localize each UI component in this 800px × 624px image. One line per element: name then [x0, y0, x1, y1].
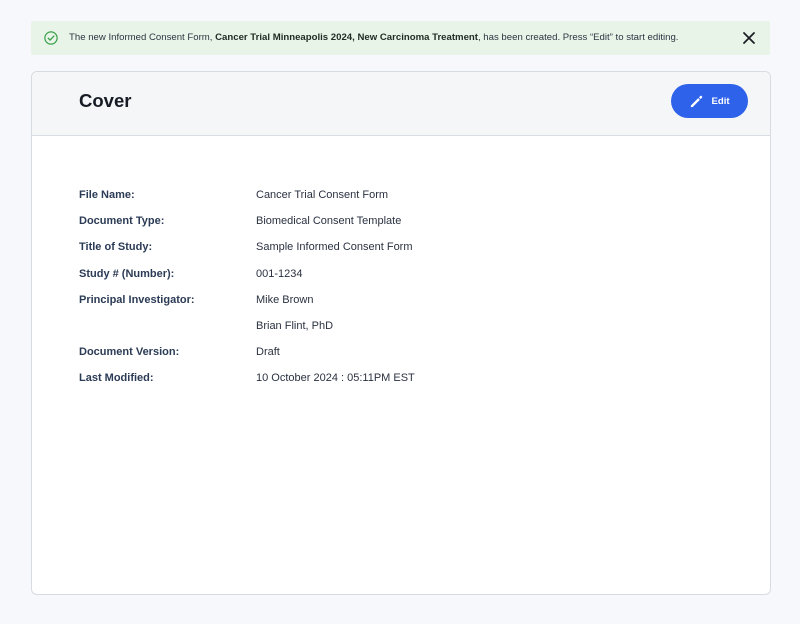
- detail-value: Brian Flint, PhD: [256, 319, 334, 332]
- card-header: Cover Edit: [32, 72, 770, 136]
- close-icon[interactable]: [742, 31, 756, 45]
- notification-prefix: The new Informed Consent Form,: [69, 32, 216, 43]
- page-title: Cover: [79, 90, 132, 111]
- notification-message: The new Informed Consent Form, Cancer Tr…: [69, 21, 678, 55]
- detail-value: 10 October 2024 : 05:11PM EST: [256, 372, 415, 385]
- cover-card: Cover Edit File Name: Cancer Trial Conse…: [31, 71, 771, 595]
- pencil-icon: [691, 95, 703, 107]
- detail-label: Document Version:: [79, 346, 180, 359]
- check-circle-icon: [44, 31, 58, 45]
- detail-label: Last Modified:: [79, 372, 154, 385]
- detail-value: Biomedical Consent Template: [256, 215, 402, 228]
- detail-label: Principal Investigator:: [79, 293, 195, 306]
- edit-button[interactable]: Edit: [671, 84, 748, 118]
- success-notification: The new Informed Consent Form, Cancer Tr…: [31, 21, 770, 55]
- notification-form-name: Cancer Trial Minneapolis 2024, New Carci…: [215, 32, 478, 43]
- detail-value: 001-1234: [256, 267, 303, 280]
- detail-value: Sample Informed Consent Form: [256, 241, 413, 254]
- detail-value: Mike Brown: [256, 293, 314, 306]
- detail-value: Cancer Trial Consent Form: [256, 189, 389, 201]
- detail-value: Draft: [256, 346, 280, 359]
- detail-label: Study # (Number):: [79, 267, 175, 280]
- detail-label: Document Type:: [79, 215, 165, 228]
- detail-label: File Name:: [79, 189, 135, 201]
- notification-suffix: , has been created. Press “Edit” to star…: [477, 32, 679, 43]
- detail-label: Title of Study:: [79, 241, 153, 254]
- edit-button-label: Edit: [711, 95, 730, 107]
